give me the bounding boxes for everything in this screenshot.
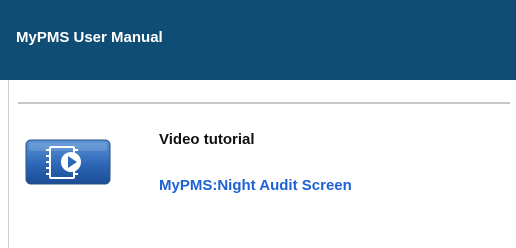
manual-header: MyPMS User Manual <box>0 0 516 80</box>
night-audit-video-link[interactable]: MyPMS:Night Audit Screen <box>159 177 352 195</box>
manual-title: MyPMS User Manual <box>16 29 163 46</box>
content-frame-border <box>8 80 9 248</box>
section-divider <box>18 102 510 104</box>
video-play-icon <box>24 137 114 187</box>
video-tutorial-label: Video tutorial <box>159 131 255 148</box>
